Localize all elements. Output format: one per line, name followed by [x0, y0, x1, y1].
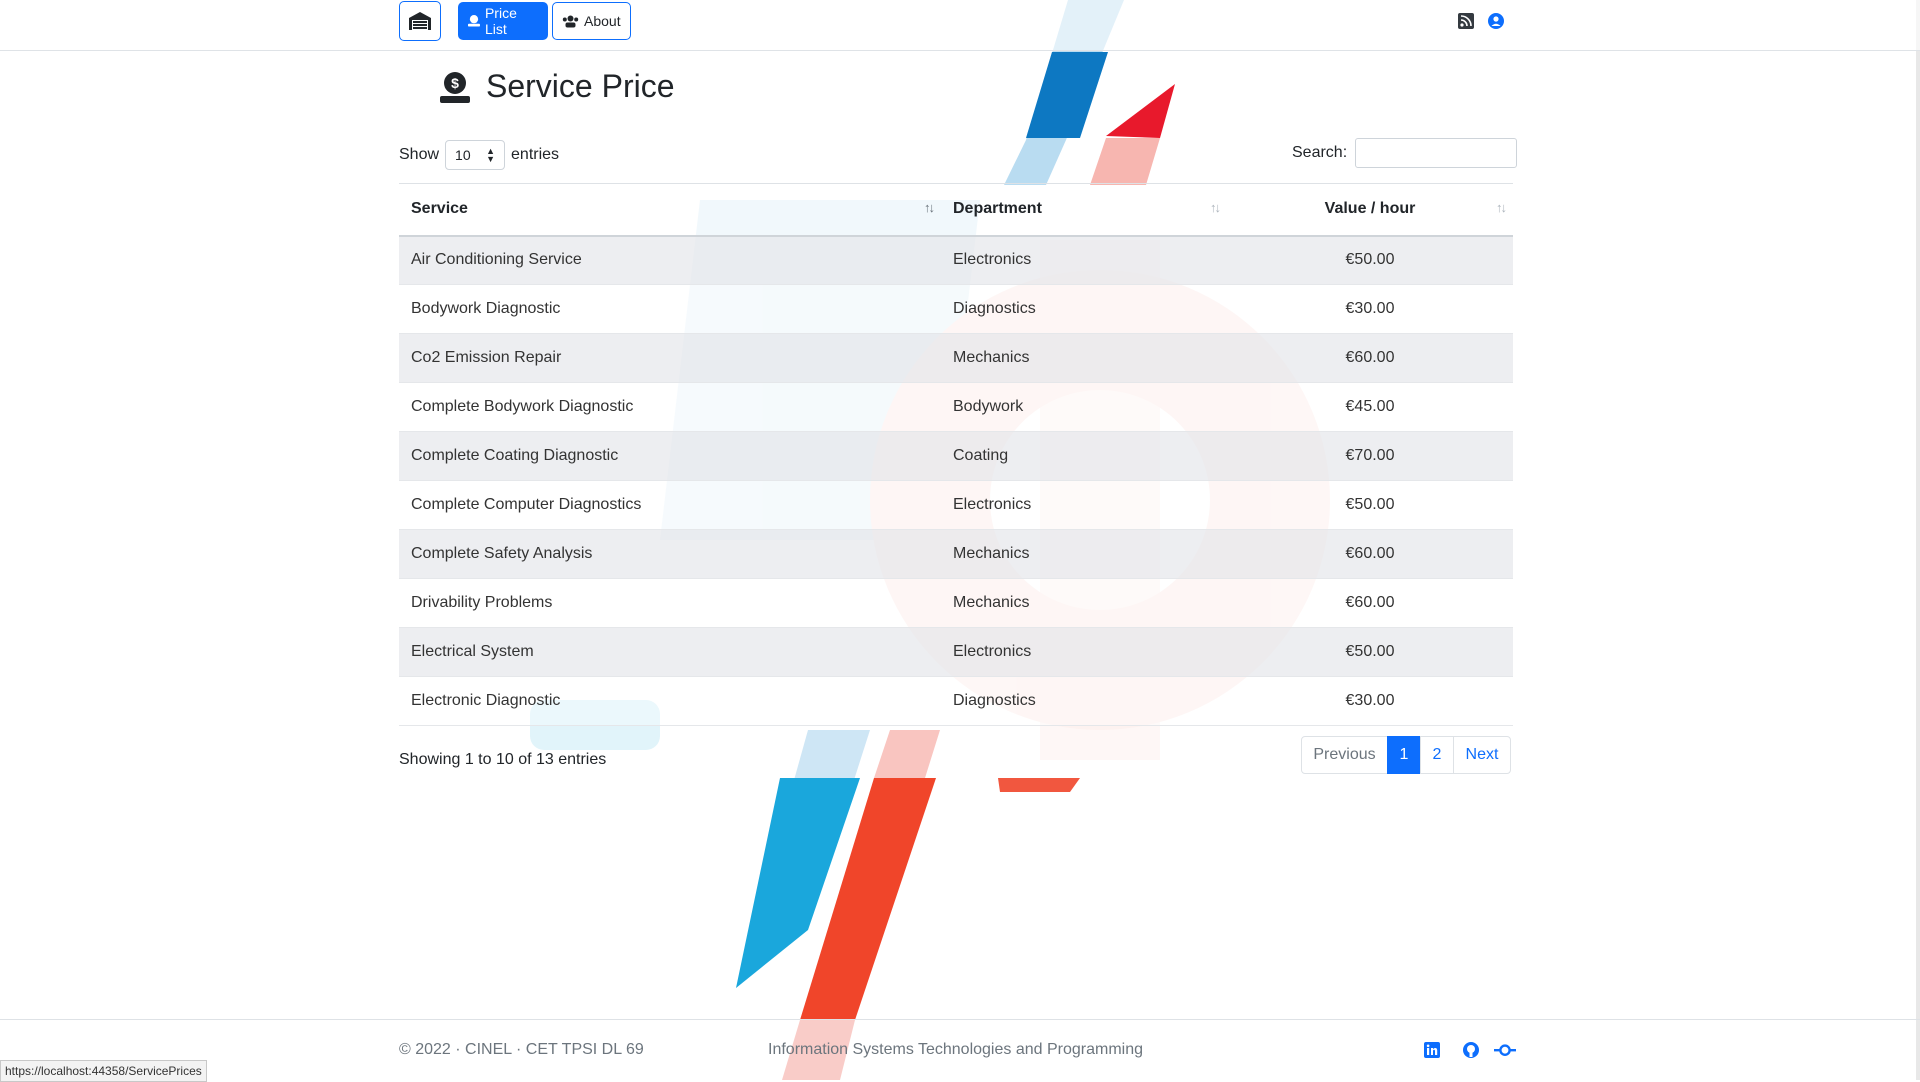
cell-service: Electrical System	[399, 627, 941, 677]
select-arrows-icon: ▲ ▼	[486, 146, 496, 164]
about-button[interactable]: About	[552, 2, 631, 40]
sort-icon: ↑↓	[1210, 200, 1221, 215]
table-row: Bodywork Diagnostic Diagnostics €30.00	[399, 284, 1513, 334]
cell-department: Electronics	[941, 235, 1227, 285]
github-icon[interactable]	[1462, 1041, 1480, 1059]
column-header-department[interactable]: Department ↑↓	[941, 183, 1227, 237]
column-header-service[interactable]: Service ↑↓	[399, 183, 941, 237]
svg-text:$: $	[451, 75, 459, 91]
show-label: Show	[399, 146, 440, 163]
users-icon	[562, 15, 579, 27]
column-header-label: Service	[411, 200, 468, 218]
cell-service: Complete Coating Diagnostic	[399, 431, 941, 481]
price-list-button[interactable]: Price List	[458, 2, 548, 40]
table-row: Complete Bodywork Diagnostic Bodywork €4…	[399, 382, 1513, 432]
cell-value: €70.00	[1227, 431, 1513, 481]
brand-home-button[interactable]	[399, 1, 441, 41]
rss-icon[interactable]	[1458, 13, 1474, 29]
cell-service: Complete Safety Analysis	[399, 529, 941, 579]
navbar: Price List About	[0, 0, 1920, 51]
table-row: Co2 Emission Repair Mechanics €60.00	[399, 333, 1513, 383]
cell-value: €60.00	[1227, 529, 1513, 579]
garage-icon	[409, 12, 431, 30]
cell-service: Co2 Emission Repair	[399, 333, 941, 383]
cell-department: Bodywork	[941, 382, 1227, 432]
service-price-table: Service ↑↓ Department ↑↓ Value / hour ↑↓…	[399, 183, 1513, 726]
cell-service: Air Conditioning Service	[399, 235, 941, 285]
sort-icon: ↑↓	[924, 200, 935, 215]
price-list-label: Price List	[484, 5, 517, 37]
page-title: Service Price	[486, 68, 675, 104]
cell-value: €30.00	[1227, 676, 1513, 726]
page-1-button[interactable]: 1	[1387, 736, 1421, 774]
cell-service: Drivability Problems	[399, 578, 941, 628]
money-hand-icon	[468, 15, 480, 27]
page-size-value: 10	[455, 147, 471, 163]
copyright-text: © 2022 · CINEL · CET TPSI DL 69	[399, 1041, 644, 1058]
entries-label: entries	[511, 146, 560, 163]
cell-value: €60.00	[1227, 333, 1513, 383]
footer: © 2022 · CINEL · CET TPSI DL 69 Informat…	[0, 1019, 1920, 1081]
table-row: Air Conditioning Service Electronics €50…	[399, 235, 1513, 285]
entries-length-control: Show 10 ▲ ▼ entries	[399, 140, 559, 170]
table-row: Drivability Problems Mechanics €60.00	[399, 578, 1513, 628]
cell-department: Diagnostics	[941, 676, 1227, 726]
column-header-label: Department	[953, 200, 1042, 218]
cell-department: Mechanics	[941, 333, 1227, 383]
linkedin-icon[interactable]	[1423, 1041, 1441, 1059]
cell-department: Coating	[941, 431, 1227, 481]
cell-value: €50.00	[1227, 480, 1513, 530]
table-row: Electrical System Electronics €50.00	[399, 627, 1513, 677]
cell-department: Electronics	[941, 627, 1227, 677]
cell-department: Mechanics	[941, 529, 1227, 579]
cell-department: Diagnostics	[941, 284, 1227, 334]
scrollbar-track[interactable]	[1916, 0, 1920, 1080]
column-header-label: Value / hour	[1324, 200, 1416, 218]
cell-service: Complete Computer Diagnostics	[399, 480, 941, 530]
search-control: Search:	[1292, 138, 1518, 168]
page-size-select[interactable]: 10 ▲ ▼	[445, 140, 506, 170]
cell-value: €50.00	[1227, 235, 1513, 285]
money-hand-icon: $	[440, 71, 470, 103]
git-commit-icon[interactable]	[1494, 1041, 1516, 1059]
cell-service: Bodywork Diagnostic	[399, 284, 941, 334]
cell-service: Electronic Diagnostic	[399, 676, 941, 726]
user-circle-icon[interactable]	[1488, 13, 1504, 29]
cell-service: Complete Bodywork Diagnostic	[399, 382, 941, 432]
column-header-value[interactable]: Value / hour ↑↓	[1227, 183, 1513, 237]
cell-value: €60.00	[1227, 578, 1513, 628]
pagination: Previous 1 2 Next	[1301, 736, 1511, 774]
cell-value: €50.00	[1227, 627, 1513, 677]
cell-department: Electronics	[941, 480, 1227, 530]
search-input[interactable]	[1355, 138, 1518, 168]
table-info: Showing 1 to 10 of 13 entries	[399, 751, 607, 768]
table-row: Complete Coating Diagnostic Coating €70.…	[399, 431, 1513, 481]
search-label: Search:	[1292, 144, 1348, 161]
table-row: Complete Computer Diagnostics Electronic…	[399, 480, 1513, 530]
about-label: About	[584, 13, 621, 29]
previous-page-button[interactable]: Previous	[1301, 736, 1388, 774]
cell-department: Mechanics	[941, 578, 1227, 628]
cell-value: €30.00	[1227, 284, 1513, 334]
page-2-button[interactable]: 2	[1420, 736, 1454, 774]
table-row: Complete Safety Analysis Mechanics €60.0…	[399, 529, 1513, 579]
cell-value: €45.00	[1227, 382, 1513, 432]
table-row: Electronic Diagnostic Diagnostics €30.00	[399, 676, 1513, 726]
table-header-row: Service ↑↓ Department ↑↓ Value / hour ↑↓	[399, 183, 1513, 237]
footer-tagline: Information Systems Technologies and Pro…	[768, 1041, 1143, 1058]
page-header: $ Service Price	[438, 68, 675, 105]
next-page-button[interactable]: Next	[1453, 736, 1511, 774]
sort-icon: ↑↓	[1496, 200, 1507, 215]
